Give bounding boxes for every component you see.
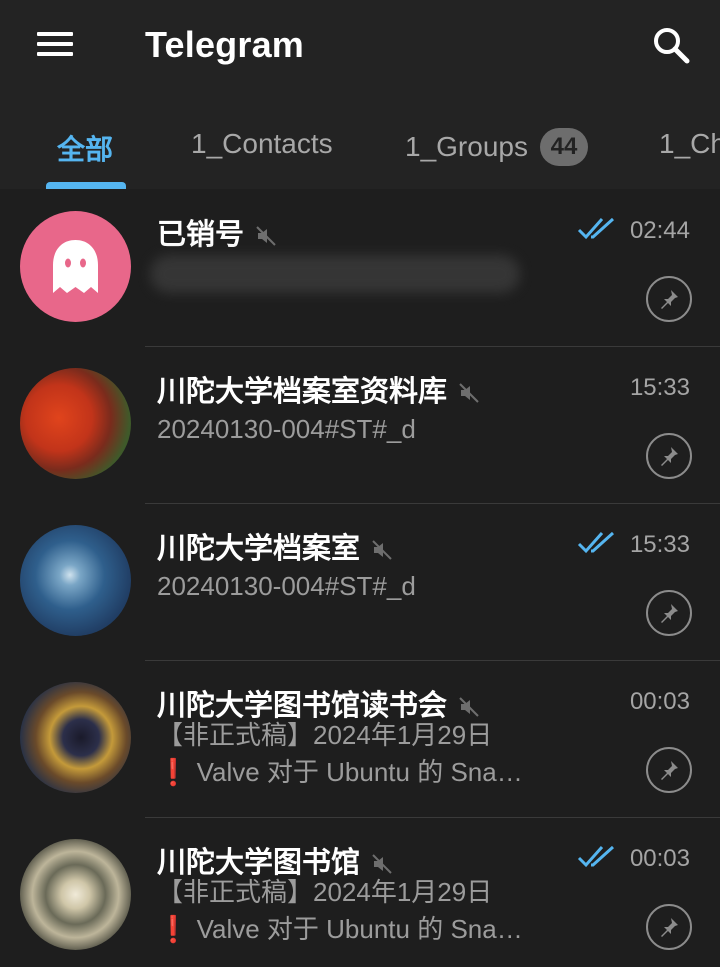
- avatar: [20, 839, 131, 950]
- tab-groups[interactable]: 1_Groups 44: [405, 128, 588, 166]
- chat-preview-line-2: ❗ Valve 对于 Ubuntu 的 Sna…: [157, 914, 523, 944]
- pin-icon: [646, 747, 692, 793]
- double-check-icon: [577, 531, 615, 554]
- chat-preview-line-1: 【非正式稿】2024年1月29日: [157, 720, 493, 750]
- mute-icon: [459, 383, 479, 404]
- chat-name-text: 川陀大学档案室资料库: [157, 376, 448, 408]
- tab-contacts[interactable]: 1_Contacts: [191, 128, 333, 160]
- double-check-icon: [577, 845, 615, 868]
- ghost-icon: [53, 240, 98, 293]
- pin-icon: [646, 904, 692, 950]
- chat-name-text: 已销号: [157, 219, 245, 251]
- redacted-preview: [150, 255, 520, 293]
- chat-time: 00:03: [629, 845, 690, 872]
- chat-name: 已销号: [157, 211, 278, 253]
- app-bar: Telegram: [0, 0, 720, 96]
- chat-row[interactable]: 川陀大学图书馆读书会 00:03 【非正式稿】2024年1月29日 ❗ Valv…: [0, 660, 720, 817]
- tab-all[interactable]: 全部: [57, 128, 113, 168]
- row-divider: [145, 503, 720, 504]
- chat-preview-line-2: ❗ Valve 对于 Ubuntu 的 Sna…: [157, 757, 523, 787]
- chat-time: 15:33: [629, 374, 690, 401]
- chat-preview-line-1: 【非正式稿】2024年1月29日: [157, 877, 493, 907]
- mute-icon: [372, 540, 392, 561]
- app-title: Telegram: [145, 24, 304, 65]
- chat-time: 15:33: [629, 531, 690, 558]
- chat-preview: 20240130-004#ST#_d: [157, 571, 416, 601]
- double-check-icon: [577, 217, 615, 240]
- hamburger-menu-icon[interactable]: [26, 24, 86, 68]
- avatar: [20, 682, 131, 793]
- row-divider: [145, 346, 720, 347]
- avatar: [20, 525, 131, 636]
- mute-icon: [256, 226, 276, 247]
- chat-time: 00:03: [629, 688, 690, 715]
- chat-row[interactable]: 川陀大学档案室 15:33 20240130-004#ST#_d: [0, 503, 720, 660]
- chat-name: 川陀大学档案室资料库: [157, 368, 481, 410]
- pin-icon: [646, 590, 692, 636]
- avatar: [20, 211, 131, 322]
- chat-time: 02:44: [629, 217, 690, 244]
- row-divider: [145, 817, 720, 818]
- pin-icon: [646, 276, 692, 322]
- folder-tabs: 全部 1_Contacts 1_Groups 44 1_Ch: [0, 96, 720, 189]
- active-tab-indicator: [46, 182, 126, 189]
- chat-row[interactable]: 已销号 02:44: [0, 189, 720, 346]
- chat-preview: 20240130-004#ST#_d: [157, 414, 416, 444]
- search-icon[interactable]: [642, 16, 702, 76]
- chat-name-text: 川陀大学档案室: [157, 533, 361, 565]
- chat-name: 川陀大学档案室: [157, 525, 394, 567]
- chat-row[interactable]: 川陀大学图书馆 00:03 【非正式稿】2024年1月29日 ❗ Valve 对…: [0, 817, 720, 967]
- chat-row[interactable]: 川陀大学档案室资料库 15:33 20240130-004#ST#_d: [0, 346, 720, 503]
- pin-icon: [646, 433, 692, 479]
- tab-groups-label: 1_Groups: [405, 131, 528, 162]
- avatar: [20, 368, 131, 479]
- tab-channels[interactable]: 1_Ch: [659, 128, 720, 160]
- unread-badge: 44: [539, 128, 588, 166]
- row-divider: [145, 660, 720, 661]
